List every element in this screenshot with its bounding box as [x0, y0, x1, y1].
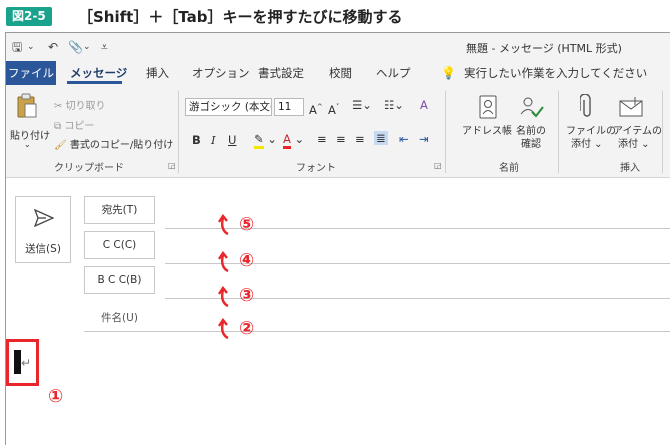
annotation-5: ⑤ [239, 214, 255, 235]
send-button[interactable]: 送信(S) [15, 196, 71, 263]
check-names-icon[interactable] [518, 94, 544, 120]
window-title: 無題 - メッセージ (HTML 形式) [466, 42, 622, 55]
to-button[interactable]: 宛先(T) [84, 196, 155, 224]
send-arrow-icon [34, 209, 54, 227]
outlook-message-window: 🖫 ⌄ ↶ 📎 ⌄ ⩡ 無題 - メッセージ (HTML 形式) ファイル メッ… [5, 32, 670, 445]
copy-button[interactable]: ⧉ コピー [54, 117, 94, 132]
paste-icon[interactable] [16, 93, 38, 119]
highlighter-icon: ✎ [254, 132, 264, 149]
tab-format-text[interactable]: 書式設定 [258, 61, 304, 85]
undo-icon[interactable]: ↶ [48, 39, 58, 55]
attach-item-icon[interactable] [619, 96, 645, 118]
group-divider [558, 91, 559, 173]
send-label: 送信(S) [25, 243, 61, 255]
address-book-button[interactable]: アドレス帳 [462, 125, 512, 138]
tab-review[interactable]: 校閲 [329, 61, 352, 85]
chevron-down-icon[interactable]: ⌄ [24, 140, 31, 149]
quick-access-toolbar: 🖫 ⌄ ↶ 📎 ⌄ ⩡ 無題 - メッセージ (HTML 形式) [6, 33, 670, 61]
tab-help[interactable]: ヘルプ [376, 61, 411, 85]
align-center-icon[interactable]: ≡ [336, 132, 346, 146]
justify-icon[interactable]: ≣ [374, 131, 388, 145]
ribbon: 貼り付け ⌄ ✂ 切り取り ⧉ コピー 🖌 書式のコピー/貼り付け クリップボー… [6, 85, 670, 178]
attach-icon[interactable]: 📎 [68, 39, 83, 55]
paintbrush-icon: 🖌 [54, 140, 70, 151]
up-arrow-annotation [218, 286, 229, 308]
bold-button[interactable]: B [192, 133, 201, 147]
figure-title: ［Shift］＋［Tab］キーを押すたびに移動する [78, 8, 403, 26]
tell-me-search[interactable]: 💡 実行したい作業を入力してください [441, 61, 647, 85]
attach-file-line2[interactable]: 添付 ⌄ [571, 138, 603, 151]
grow-font-button[interactable]: A^ [309, 100, 323, 117]
font-group-label: フォント [296, 163, 336, 174]
scissors-icon: ✂ [54, 101, 66, 112]
cc-button[interactable]: C C(C) [84, 231, 155, 259]
dialog-launcher-icon[interactable]: ◲ [168, 161, 176, 170]
annotation-1: ① [48, 386, 64, 407]
active-tab-indicator [67, 81, 122, 84]
numbering-icon[interactable]: ☷⌄ [384, 98, 404, 112]
highlight-button[interactable]: ✎ ⌄ [254, 132, 277, 149]
up-arrow-annotation [218, 214, 229, 236]
subject-field[interactable] [84, 331, 670, 332]
figure-badge: 図2-5 [6, 7, 52, 26]
lightbulb-icon: 💡 [441, 66, 456, 80]
copy-icon: ⧉ [54, 121, 65, 132]
up-arrow-annotation [218, 251, 229, 273]
paperclip-icon[interactable] [580, 94, 594, 120]
cut-button[interactable]: ✂ 切り取り [54, 97, 106, 112]
bullets-icon[interactable]: ☰⌄ [352, 98, 372, 112]
save-icon[interactable]: 🖫 [12, 39, 22, 55]
paragraph-mark-icon: ↵ [21, 356, 32, 370]
increase-indent-icon[interactable]: ⇥ [419, 132, 429, 146]
font-color-button[interactable]: A ⌄ [283, 132, 304, 149]
shrink-font-button[interactable]: A˅ [328, 100, 339, 117]
tell-me-text: 実行したい作業を入力してください [463, 66, 648, 80]
italic-button[interactable]: I [211, 133, 216, 147]
font-name-select[interactable]: 游ゴシック (本文( [185, 98, 272, 116]
align-right-icon[interactable]: ≡ [355, 132, 365, 146]
font-size-select[interactable]: 11 [274, 98, 304, 116]
names-group-label: 名前 [499, 163, 519, 174]
chevron-down-icon[interactable]: ⌄ [27, 39, 35, 55]
customize-qat-icon[interactable]: ⩡ [101, 39, 108, 55]
check-names-line2[interactable]: 確認 [521, 138, 541, 151]
annotation-2: ② [239, 318, 255, 339]
attach-item-line2[interactable]: 添付 ⌄ [618, 138, 650, 151]
dialog-launcher-icon[interactable]: ◲ [434, 161, 442, 170]
attach-file-line1[interactable]: ファイルの [566, 125, 616, 138]
body-cursor-highlight: ↵ [6, 339, 39, 386]
chevron-down-icon[interactable]: ⌄ [83, 39, 91, 55]
up-arrow-annotation [218, 318, 229, 340]
text-caret [14, 350, 21, 374]
tab-options[interactable]: オプション [192, 61, 250, 85]
group-divider [178, 91, 179, 173]
font-color-icon: A [283, 132, 291, 149]
annotation-3: ③ [239, 285, 255, 306]
decrease-indent-icon[interactable]: ⇤ [399, 132, 409, 146]
figure-caption: 図2-5 ［Shift］＋［Tab］キーを押すたびに移動する [0, 0, 670, 32]
tab-insert[interactable]: 挿入 [146, 61, 169, 85]
group-divider [445, 91, 446, 173]
clipboard-group-label: クリップボード [54, 163, 124, 174]
subject-label: 件名(U) [101, 312, 138, 324]
bcc-button[interactable]: B C C(B) [84, 266, 155, 294]
attach-item-line1[interactable]: アイテムの [613, 125, 662, 138]
group-divider [662, 91, 663, 173]
format-painter-button[interactable]: 🖌 書式のコピー/貼り付け [54, 136, 173, 151]
ribbon-tabs: ファイル メッセージ 挿入 オプション 書式設定 校閲 ヘルプ 💡 実行したい作業… [6, 61, 670, 85]
check-names-line1[interactable]: 名前の [516, 125, 546, 138]
tab-file[interactable]: ファイル [6, 61, 56, 85]
compose-area: 送信(S) 宛先(T) C C(C) B C C(B) 件名(U) ⑤ ④ ③ [6, 178, 670, 445]
include-group-label: 挿入 [620, 163, 640, 174]
annotation-4: ④ [239, 250, 255, 271]
clear-format-icon[interactable]: A [420, 98, 428, 112]
underline-button[interactable]: U [228, 133, 236, 147]
align-left-icon[interactable]: ≡ [317, 132, 327, 146]
address-book-icon[interactable] [477, 94, 499, 120]
